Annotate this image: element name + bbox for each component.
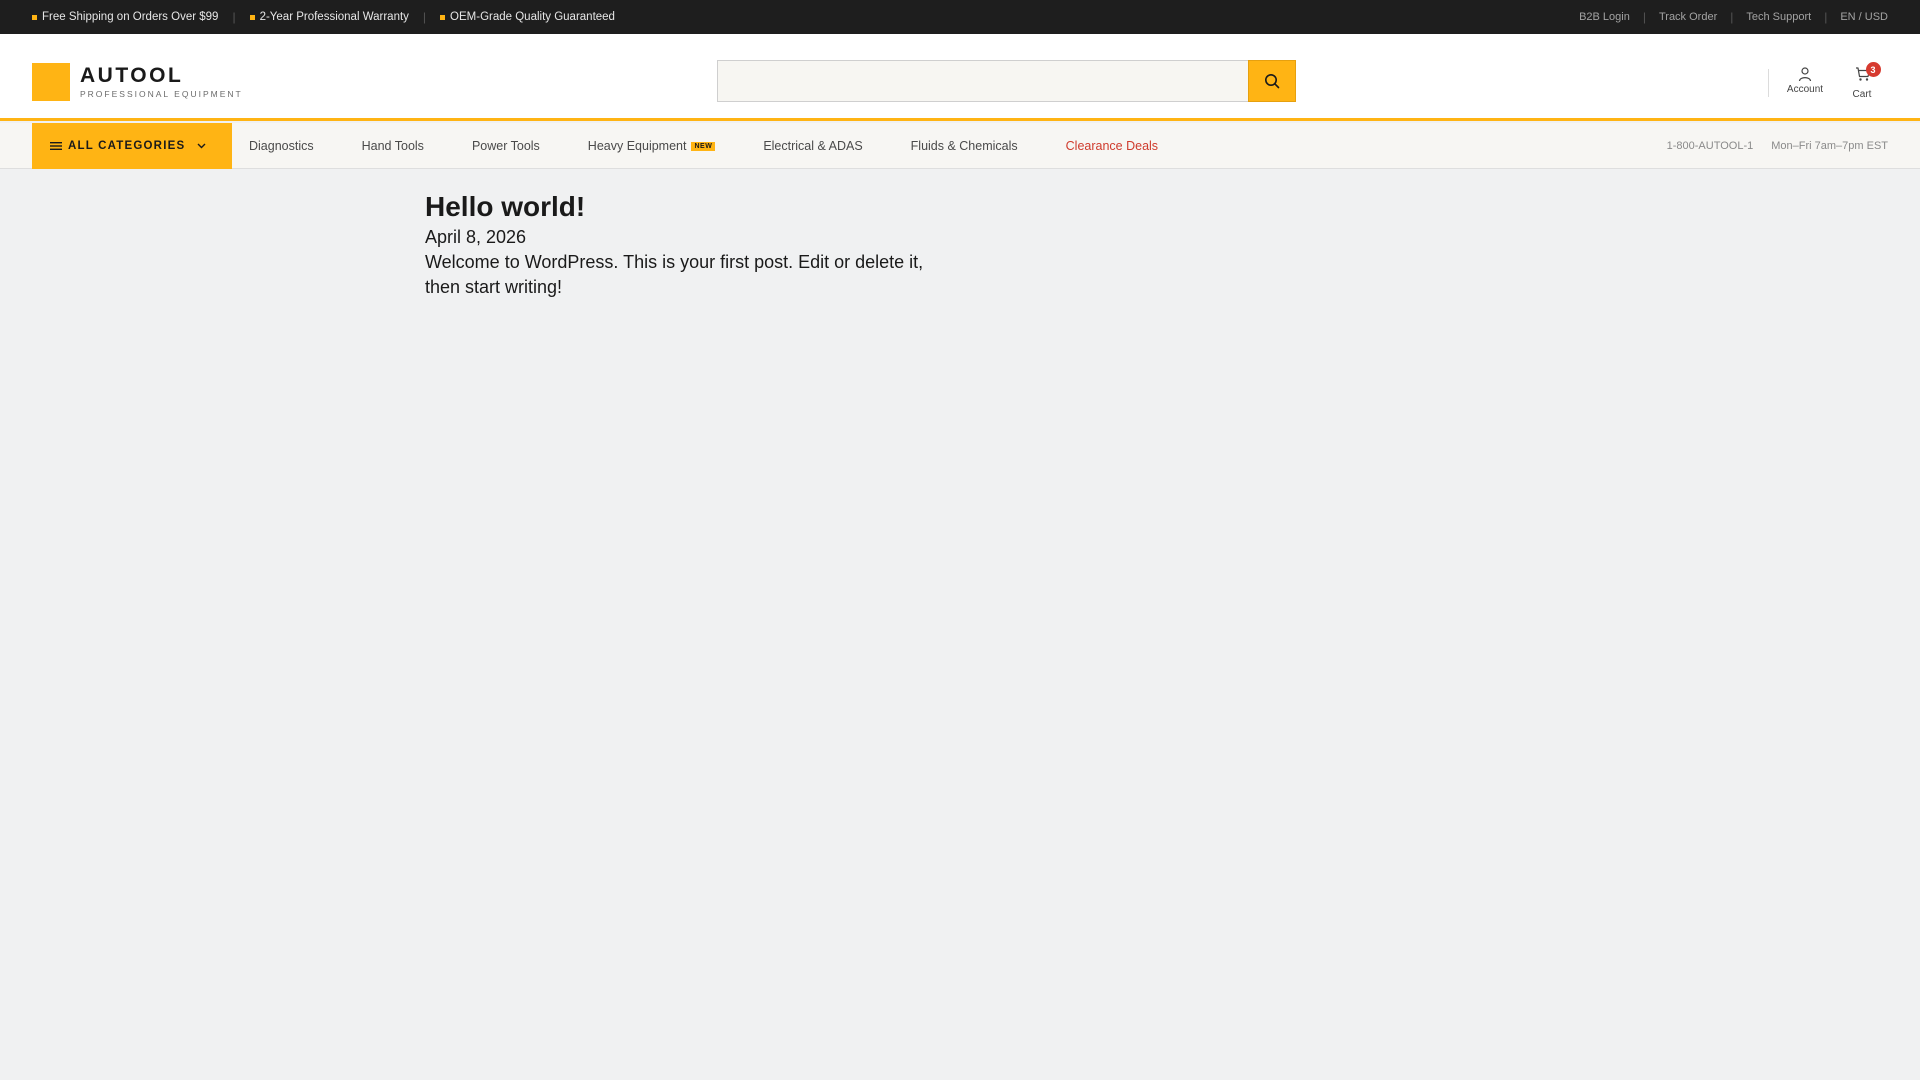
nav-item-diagnostics[interactable]: Diagnostics — [249, 139, 314, 153]
tech-support-link[interactable]: Tech Support — [1746, 11, 1811, 23]
menu-icon — [50, 142, 62, 150]
logo-mark-icon — [32, 63, 70, 101]
post-body: Welcome to WordPress. This is your first… — [425, 252, 924, 297]
nav-item-clearance-deals[interactable]: Clearance Deals — [1066, 139, 1158, 153]
utility-links: B2B Login | Track Order | Tech Support |… — [1579, 0, 1888, 34]
divider: | — [1642, 10, 1646, 24]
account-label: Account — [1786, 84, 1824, 95]
search-bar — [717, 60, 1296, 102]
site-header: AUTOOL PROFESSIONAL EQUIPMENT Account 3 … — [0, 34, 1920, 121]
nav-item-electrical-adas[interactable]: Electrical & ADAS — [763, 139, 862, 153]
promo-item: Free Shipping on Orders Over $99 — [32, 11, 218, 23]
post-title[interactable]: Hello world! — [425, 190, 945, 224]
search-icon — [1265, 74, 1280, 89]
post: Hello world! April 8, 2026 Welcome to Wo… — [425, 190, 945, 300]
language-currency-selector[interactable]: EN / USD — [1840, 11, 1888, 23]
promo-text: Free Shipping on Orders Over $99 — [42, 11, 219, 23]
contact-info: 1-800-AUTOOL-1 Mon–Fri 7am–7pm EST — [1667, 123, 1888, 169]
all-categories-label: ALL CATEGORIES — [68, 140, 186, 152]
cart-label: Cart — [1852, 89, 1872, 100]
b2b-login-link[interactable]: B2B Login — [1579, 11, 1630, 23]
promo-text: 2-Year Professional Warranty — [259, 11, 409, 23]
nav-item-heavy-equipment[interactable]: Heavy Equipment NEW — [588, 139, 716, 153]
nav-item-label: Heavy Equipment — [587, 139, 687, 153]
user-icon — [1798, 67, 1812, 82]
logo-name: AUTOOL — [80, 64, 184, 87]
new-badge: NEW — [691, 141, 716, 151]
promo-item: 2-Year Professional Warranty — [249, 11, 409, 23]
promo-strip: Free Shipping on Orders Over $99 | 2-Yea… — [32, 0, 615, 34]
main-nav: ALL CATEGORIES Diagnostics Hand Tools Po… — [0, 123, 1920, 169]
account-button[interactable]: Account — [1779, 66, 1831, 95]
chevron-down-icon — [197, 143, 206, 149]
cart-icon-wrap: 3 — [1854, 62, 1881, 87]
logo[interactable]: AUTOOL PROFESSIONAL EQUIPMENT — [32, 63, 243, 101]
cart-count-badge: 3 — [1865, 62, 1881, 77]
category-links: Diagnostics Hand Tools Power Tools Heavy… — [249, 123, 1206, 169]
top-bar: Free Shipping on Orders Over $99 | 2-Yea… — [0, 0, 1920, 34]
all-categories-button[interactable]: ALL CATEGORIES — [32, 123, 232, 169]
search-button[interactable] — [1248, 60, 1296, 102]
bullet-icon — [32, 14, 37, 20]
divider: | — [1824, 10, 1828, 24]
track-order-link[interactable]: Track Order — [1659, 11, 1717, 23]
business-hours: Mon–Fri 7am–7pm EST — [1771, 140, 1888, 152]
cart-button[interactable]: 3 Cart — [1836, 62, 1888, 100]
bullet-icon — [440, 14, 446, 20]
divider: | — [232, 10, 236, 24]
post-date: April 8, 2026 — [425, 227, 527, 247]
logo-tagline: PROFESSIONAL EQUIPMENT — [80, 89, 243, 99]
divider: | — [422, 10, 427, 24]
logo-text: AUTOOL PROFESSIONAL EQUIPMENT — [80, 64, 243, 100]
phone-number: 1-800-AUTOOL-1 — [1666, 140, 1754, 152]
divider — [1768, 69, 1769, 97]
search-input[interactable] — [717, 60, 1248, 102]
bullet-icon — [249, 14, 255, 20]
nav-item-power-tools[interactable]: Power Tools — [472, 139, 540, 153]
promo-text: OEM-Grade Quality Guaranteed — [450, 11, 615, 23]
promo-item: OEM-Grade Quality Guaranteed — [440, 11, 615, 23]
nav-item-fluids-chemicals[interactable]: Fluids & Chemicals — [911, 139, 1018, 153]
nav-item-hand-tools[interactable]: Hand Tools — [362, 139, 424, 153]
divider: | — [1730, 10, 1734, 24]
